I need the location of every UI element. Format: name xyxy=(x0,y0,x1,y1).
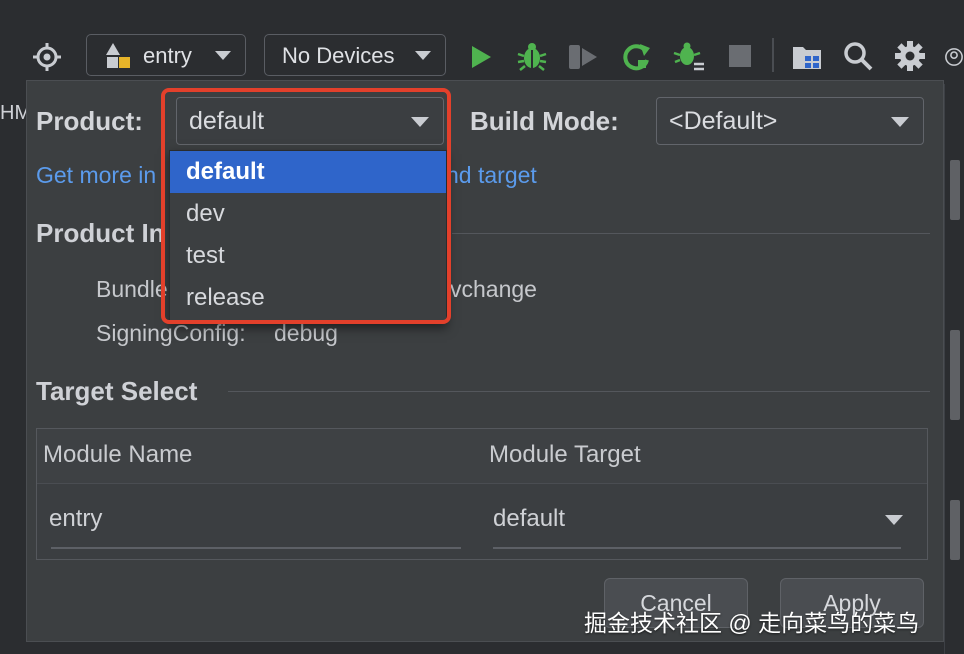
signing-config-label: SigningConfig: xyxy=(96,320,246,346)
target-settings-icon[interactable] xyxy=(30,40,64,74)
section-divider xyxy=(228,391,930,392)
cell-underline xyxy=(493,547,901,549)
project-structure-icon[interactable] xyxy=(790,40,824,74)
module-selector-label: entry xyxy=(143,43,192,68)
profiler-icon[interactable] xyxy=(670,38,708,76)
module-selector[interactable]: entry xyxy=(86,34,246,76)
stop-icon[interactable] xyxy=(728,44,752,68)
section-divider xyxy=(452,233,930,234)
module-name-cell: entry xyxy=(49,505,103,532)
target-select-title: Target Select xyxy=(36,376,198,406)
chevron-down-icon xyxy=(215,51,231,60)
bundle-label: Bundle xyxy=(96,276,168,302)
debug-icon[interactable] xyxy=(514,38,550,74)
right-strip-tab[interactable] xyxy=(950,330,960,420)
chevron-down-icon xyxy=(415,51,431,60)
signing-config-value: debug xyxy=(274,320,338,346)
product-info-title: Product In xyxy=(36,218,165,248)
apply-changes-icon[interactable] xyxy=(618,38,654,74)
annotation-highlight-box xyxy=(161,88,451,324)
attach-debugger-icon[interactable] xyxy=(566,40,600,74)
module-target-cell[interactable]: default xyxy=(493,505,565,533)
device-selector-label: No Devices xyxy=(282,43,395,68)
right-strip-tab[interactable] xyxy=(950,160,960,220)
column-header-module-target: Module Target xyxy=(489,441,641,468)
table-header: Module Name Module Target xyxy=(37,429,927,484)
help-link-tail[interactable]: nd target xyxy=(446,162,537,189)
main-toolbar: entry No Devices xyxy=(0,0,964,84)
column-header-module-name: Module Name xyxy=(43,441,193,468)
chevron-down-icon xyxy=(891,117,909,127)
module-target-table: Module Name Module Target entry default xyxy=(36,428,928,560)
left-tool-strip xyxy=(0,84,26,654)
cell-underline xyxy=(51,547,461,549)
watermark-text: 掘金技术社区 @ 走向菜鸟的菜鸟 xyxy=(584,610,920,636)
right-strip-tab[interactable] xyxy=(950,500,960,560)
module-icon xyxy=(105,42,131,76)
run-icon[interactable] xyxy=(466,40,496,74)
product-label: Product: xyxy=(36,106,143,136)
toolbar-divider xyxy=(772,38,774,72)
build-mode-select-value: <Default> xyxy=(669,106,778,135)
bundle-value: vchange xyxy=(450,276,537,302)
build-mode-select[interactable]: <Default> xyxy=(656,97,924,145)
account-icon[interactable] xyxy=(944,40,964,74)
help-link[interactable]: Get more in xyxy=(36,162,156,189)
chevron-down-icon[interactable] xyxy=(885,515,903,525)
gear-icon[interactable] xyxy=(894,40,926,72)
search-icon[interactable] xyxy=(842,40,874,72)
device-selector[interactable]: No Devices xyxy=(264,34,446,76)
build-mode-label: Build Mode: xyxy=(470,106,619,136)
